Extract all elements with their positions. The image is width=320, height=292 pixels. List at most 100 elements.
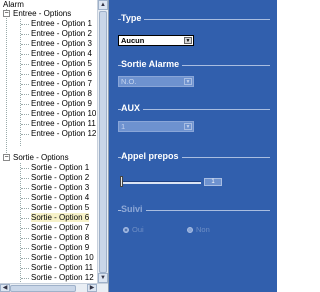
vertical-scroll-thumb[interactable] [99, 11, 107, 273]
tree-item-label: Entree - Option 7 [31, 79, 92, 88]
tree-item[interactable]: Entree - Option 2 [31, 29, 92, 39]
tree-item-label: Entree - Option 12 [31, 129, 97, 138]
tree-guide-line [21, 168, 29, 169]
tree-item-label: Sortie - Option 11 [31, 263, 94, 272]
tree-guide-line [21, 238, 29, 239]
tree-item-label: Sortie - Option 10 [31, 253, 94, 262]
tree-item[interactable]: Sortie - Option 3 [31, 183, 89, 193]
tree-item-label: Sortie - Option 8 [31, 233, 90, 242]
tree-item-label: Sortie - Option 2 [31, 173, 90, 182]
tree-item[interactable]: Entree - Option 6 [31, 69, 92, 79]
sortie-alarme-group-title: Sortie Alarme [121, 59, 183, 70]
suivi-group-title: Suivi [121, 204, 146, 215]
tree-horizontal-scrollbar[interactable]: ◀ ▶ [0, 283, 108, 292]
tree-guide-line [21, 34, 29, 35]
appel-prepos-value: 1 [204, 178, 222, 186]
tree-item-label: Sortie - Option 1 [31, 163, 90, 172]
tree-guide-line [21, 208, 29, 209]
tree-item-label: Sortie - Option 3 [31, 183, 90, 192]
tree-item[interactable]: Sortie - Option 4 [31, 193, 89, 203]
tree-item-label: Entree - Option 6 [31, 69, 92, 78]
tree-item[interactable]: Sortie - Option 2 [31, 173, 89, 183]
tree-guide-line [21, 268, 29, 269]
options-tree-panel: Alarm − Entree - Options Entree - Option… [0, 0, 109, 292]
tree-guide-line [21, 54, 29, 55]
type-select-value: Aucun [121, 36, 145, 45]
tree-item-label: Entree - Option 3 [31, 39, 92, 48]
tree-item[interactable]: Entree - Option 12 [31, 129, 96, 139]
tree-item[interactable]: Entree - Option 10 [31, 109, 96, 119]
tree-item[interactable]: Sortie - Option 6 [31, 213, 90, 223]
tree-group-label: Entree - Options [13, 9, 72, 18]
tree-guide-line [6, 9, 7, 155]
tree-item[interactable]: Sortie - Option 12 [31, 273, 94, 283]
tree-item-label: Entree - Option 10 [31, 109, 97, 118]
tree-item-label: Sortie - Option 9 [31, 243, 90, 252]
tree-guide-line [21, 94, 29, 95]
tree-item[interactable]: Sortie - Option 9 [31, 243, 89, 253]
aux-select: 1 ▼ [118, 121, 194, 132]
tree-item-label: Sortie - Option 7 [31, 223, 90, 232]
tree-item[interactable]: Entree - Option 11 [31, 119, 96, 129]
tree-item-label: Entree - Option 1 [31, 19, 92, 28]
tree-item[interactable]: Entree - Option 1 [31, 19, 92, 29]
chevron-down-icon: ▼ [184, 123, 192, 130]
tree-item[interactable]: Sortie - Option 1 [31, 163, 89, 173]
tree-guide-line [21, 178, 29, 179]
radio-dot [123, 227, 129, 234]
tree-item-label: Sortie - Option 4 [31, 193, 90, 202]
tree-item[interactable]: Sortie - Option 8 [31, 233, 89, 243]
tree-item-label: Entree - Option 5 [31, 59, 92, 68]
tree-guide-line [21, 64, 29, 65]
scroll-down-button[interactable]: ▼ [98, 273, 108, 283]
chevron-down-icon[interactable]: ▼ [184, 37, 192, 44]
collapse-entree-toggle[interactable]: − [3, 10, 10, 17]
type-select[interactable]: Aucun ▼ [118, 35, 194, 46]
tree-item-label: Entree - Option 4 [31, 49, 92, 58]
aux-group-title: AUX [121, 103, 144, 114]
tree-item[interactable]: Sortie - Option 7 [31, 223, 89, 233]
tree-item-label: Entree - Option 9 [31, 99, 92, 108]
tree-guide-line [21, 258, 29, 259]
scroll-up-button[interactable]: ▲ [98, 0, 108, 10]
tree-guide-line [21, 188, 29, 189]
appel-prepos-slider-track[interactable] [121, 181, 201, 184]
tree-item[interactable]: Sortie - Option 11 [31, 263, 93, 273]
sortie-alarme-select: N.O. ▼ [118, 76, 194, 87]
tree-guide-line [21, 24, 29, 25]
tree-item[interactable]: Sortie - Option 5 [31, 203, 89, 213]
type-group-title: Type [121, 13, 145, 24]
tree-guide-line [20, 19, 21, 146]
tree-guide-line [21, 74, 29, 75]
tree-item[interactable]: Sortie - Option 10 [31, 253, 94, 263]
suivi-non-label: Non [196, 225, 210, 234]
tree-item[interactable]: Entree - Option 4 [31, 49, 92, 59]
appel-prepos-slider-handle[interactable] [120, 176, 123, 187]
tree-item[interactable]: Entree - Option 5 [31, 59, 92, 69]
sortie-alarme-select-value: N.O. [121, 77, 137, 86]
tree-item-label: Sortie - Option 12 [31, 273, 94, 282]
scroll-right-button[interactable]: ▶ [87, 284, 97, 292]
tree-view: Alarm − Entree - Options Entree - Option… [0, 0, 97, 283]
radio-dot [187, 227, 193, 234]
suivi-oui-radio: Oui [123, 225, 144, 234]
tree-item[interactable]: Entree - Option 3 [31, 39, 92, 49]
horizontal-scroll-thumb[interactable] [10, 285, 76, 292]
tree-vertical-scrollbar[interactable]: ▲ ▼ [97, 0, 108, 283]
tree-item[interactable]: Entree - Option 8 [31, 89, 92, 99]
tree-guide-line [21, 228, 29, 229]
appel-prepos-group-title: Appel prepos [121, 151, 182, 162]
tree-guide-line [21, 44, 29, 45]
chevron-down-icon: ▼ [184, 78, 192, 85]
tree-group-sortie[interactable]: Sortie - Options [13, 153, 69, 163]
tree-root-label: Alarm [3, 0, 24, 9]
settings-panel: Type Aucun ▼ Sortie Alarme N.O. ▼ AUX 1 … [109, 0, 277, 292]
suivi-non-radio: Non [187, 225, 210, 234]
tree-item[interactable]: Entree - Option 7 [31, 79, 92, 89]
scroll-left-button[interactable]: ◀ [0, 284, 10, 292]
tree-group-entree[interactable]: Entree - Options [13, 9, 71, 19]
tree-group-label: Sortie - Options [13, 153, 69, 162]
tree-guide-line [21, 198, 29, 199]
collapse-sortie-toggle[interactable]: − [3, 154, 10, 161]
tree-item[interactable]: Entree - Option 9 [31, 99, 92, 109]
